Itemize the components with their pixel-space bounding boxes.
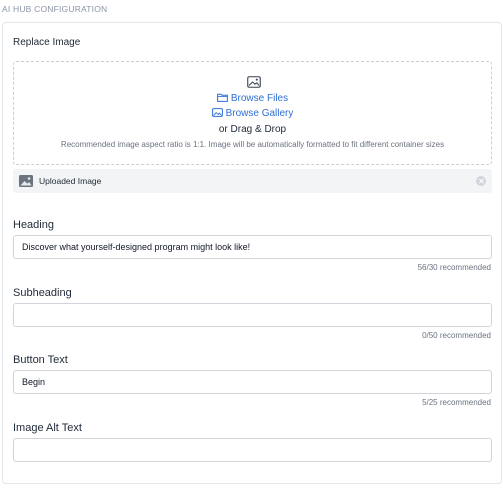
- button-text-counter: 5/25 recommended: [422, 398, 491, 407]
- image-alt-text-input[interactable]: [13, 438, 492, 462]
- subheading-counter: 0/50 recommended: [422, 331, 491, 340]
- browse-files-link[interactable]: Browse Files: [14, 93, 491, 104]
- subheading-input[interactable]: [13, 303, 492, 327]
- image-thumbnail-icon: [19, 175, 33, 187]
- browse-gallery-link[interactable]: Browse Gallery: [14, 108, 491, 119]
- subheading-label: Subheading: [13, 287, 72, 299]
- gallery-icon: [211, 108, 223, 117]
- config-card: Replace Image Browse Files Browse Galler…: [2, 22, 502, 484]
- image-alt-text-label: Image Alt Text: [13, 422, 82, 434]
- uploaded-image-label: Uploaded Image: [39, 176, 102, 186]
- drag-drop-text: or Drag & Drop: [218, 124, 287, 135]
- replace-image-title: Replace Image: [13, 37, 81, 48]
- browse-gallery-label: Browse Gallery: [225, 108, 294, 119]
- heading-label: Heading: [13, 219, 54, 231]
- uploaded-image-row: Uploaded Image: [13, 169, 492, 193]
- image-dropzone[interactable]: Browse Files Browse Gallery or Drag & Dr…: [13, 61, 492, 165]
- button-text-input[interactable]: [13, 370, 492, 394]
- aspect-ratio-hint: Recommended image aspect ratio is 1:1. I…: [60, 140, 445, 149]
- folder-icon: [216, 93, 228, 102]
- heading-counter: 56/30 recommended: [417, 263, 491, 272]
- browse-files-label: Browse Files: [230, 93, 289, 104]
- remove-image-icon[interactable]: [476, 176, 486, 186]
- section-title: AI HUB CONFIGURATION: [2, 4, 108, 14]
- image-icon: [247, 76, 261, 88]
- button-text-label: Button Text: [13, 354, 68, 366]
- heading-input[interactable]: [13, 235, 492, 259]
